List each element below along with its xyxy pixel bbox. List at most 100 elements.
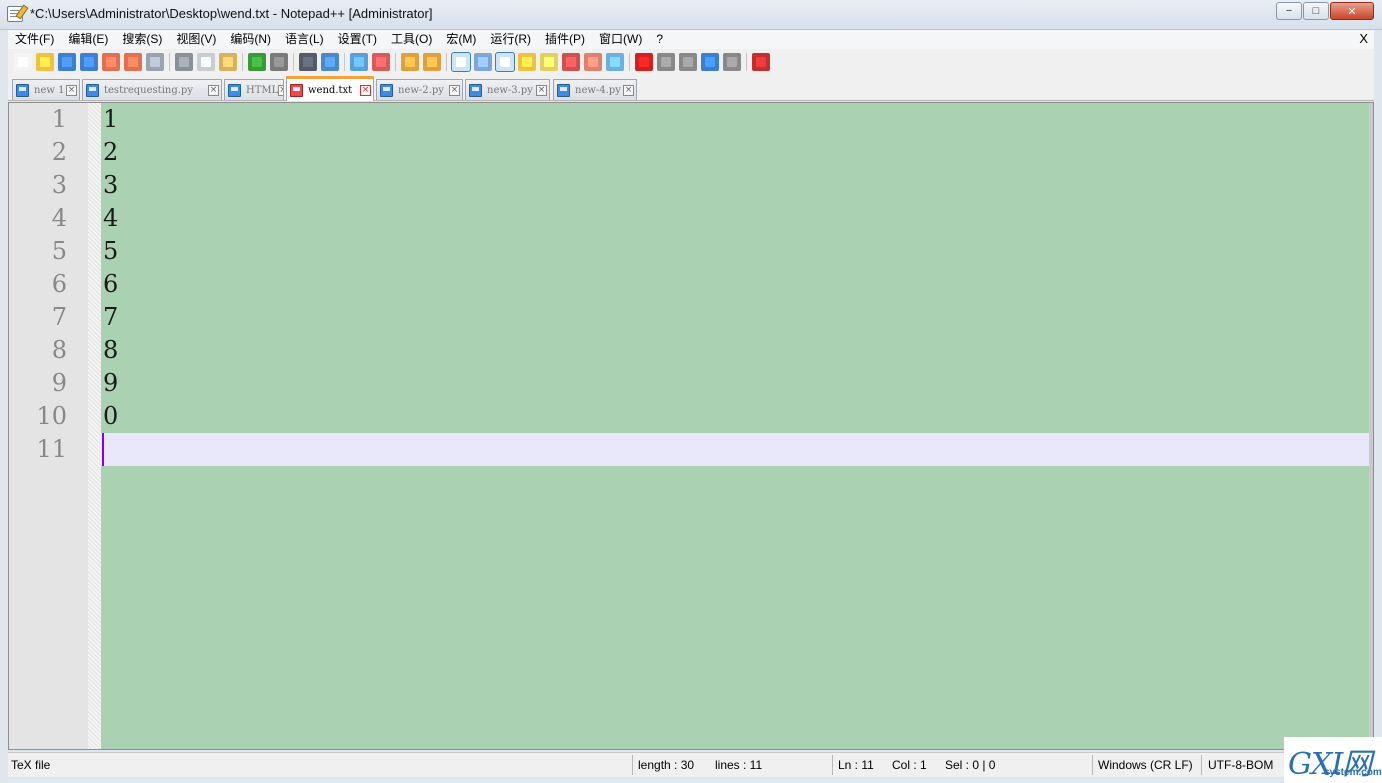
tab-close-icon[interactable]: ×	[208, 84, 219, 96]
tab-close-icon[interactable]: ×	[360, 84, 371, 96]
copy-icon[interactable]	[197, 53, 215, 71]
tab-close-icon[interactable]: ×	[278, 84, 283, 96]
play-macro-icon[interactable]	[679, 53, 697, 71]
toolbar-separator	[746, 53, 747, 71]
editor-area[interactable]: 1 1 2 2 3 3 4 4 5 5 6 6 7 7 8 8 9 9 10 0 11	[8, 102, 1374, 750]
zoom-in-icon[interactable]	[350, 53, 368, 71]
save-macro-icon[interactable]	[723, 53, 741, 71]
saved-file-icon	[228, 83, 241, 97]
run-macro-multiple-icon[interactable]	[701, 53, 719, 71]
zoom-out-icon[interactable]	[372, 53, 390, 71]
status-eol-format[interactable]: Windows (CR LF)	[1095, 753, 1193, 777]
tab-wend-txt[interactable]: wend.txt ×	[286, 76, 374, 101]
close-document-button[interactable]: X	[1359, 31, 1368, 46]
menu-search[interactable]: 搜索(S)	[115, 30, 169, 49]
code-line[interactable]: 3	[103, 169, 118, 202]
toolbar-separator	[344, 53, 345, 71]
show-all-chars-icon[interactable]	[474, 53, 492, 71]
code-line[interactable]: 2	[103, 136, 118, 169]
redo-icon[interactable]	[270, 53, 288, 71]
save-all-icon[interactable]	[80, 53, 98, 71]
word-wrap-icon[interactable]	[451, 52, 471, 72]
close-button[interactable]: ✕	[1330, 2, 1374, 20]
line-number: 9	[51, 369, 67, 397]
line-number: 10	[36, 402, 67, 430]
stop-macro-icon[interactable]	[657, 53, 675, 71]
minimize-button[interactable]: −	[1276, 2, 1302, 20]
code-line[interactable]: 5	[103, 235, 118, 268]
close-file-icon[interactable]	[102, 53, 120, 71]
menu-file[interactable]: 文件(F)	[8, 30, 61, 49]
status-bar: TeX file length : 30 lines : 11 Ln : 11 …	[8, 752, 1374, 777]
open-file-icon[interactable]	[36, 53, 54, 71]
tab-new-1[interactable]: new 1 ×	[12, 79, 80, 100]
maximize-button[interactable]: □	[1303, 2, 1329, 20]
tab-new-3-py[interactable]: new-3.py ×	[465, 79, 550, 100]
tab-html[interactable]: HTML×	[224, 79, 284, 100]
code-line[interactable]: 1	[103, 103, 118, 136]
unsaved-file-icon	[290, 83, 303, 97]
line-number: 2	[51, 138, 67, 166]
print-icon[interactable]	[146, 53, 164, 71]
saved-file-icon	[557, 83, 570, 97]
sync-horizontal-icon[interactable]	[423, 53, 441, 71]
window-title: *C:\Users\Administrator\Desktop\wend.txt…	[30, 6, 433, 21]
watermark-sub-text: system.com	[1324, 767, 1382, 778]
fold-margin[interactable]	[88, 103, 101, 749]
code-line[interactable]: 6	[103, 268, 118, 301]
menu-view[interactable]: 视图(V)	[169, 30, 223, 49]
tab-close-icon[interactable]: ×	[536, 84, 547, 96]
tab-new-2-py[interactable]: new-2.py ×	[376, 79, 463, 100]
code-line[interactable]: 8	[103, 334, 118, 367]
menu-edit[interactable]: 编辑(E)	[61, 30, 115, 49]
code-line[interactable]: 0	[103, 400, 118, 433]
paste-icon[interactable]	[219, 53, 237, 71]
menu-tools[interactable]: 工具(O)	[384, 30, 439, 49]
code-line[interactable]: 7	[103, 301, 118, 334]
code-line[interactable]: 4	[103, 202, 118, 235]
menu-language[interactable]: 语言(L)	[278, 30, 331, 49]
tab-bar: new 1×testrequesting.py×HTML×wend.txt×ne…	[8, 75, 1374, 101]
line-number: 1	[51, 105, 67, 133]
menu-encoding[interactable]: 编码(N)	[223, 30, 278, 49]
menu-plugins[interactable]: 插件(P)	[538, 30, 592, 49]
cut-icon[interactable]	[175, 53, 193, 71]
line-number: 8	[51, 336, 67, 364]
code-line[interactable]: 9	[103, 367, 118, 400]
function-list-icon[interactable]	[562, 53, 580, 71]
menu-help[interactable]: ?	[649, 30, 670, 49]
close-all-icon[interactable]	[124, 53, 142, 71]
saved-file-icon	[86, 83, 99, 97]
indent-guide-icon[interactable]	[495, 52, 515, 72]
undo-icon[interactable]	[248, 53, 266, 71]
save-icon[interactable]	[58, 53, 76, 71]
find-icon[interactable]	[299, 53, 317, 71]
line-number: 4	[51, 204, 67, 232]
record-macro-icon[interactable]	[635, 53, 653, 71]
line-number: 5	[51, 237, 67, 265]
toolbar-separator	[446, 53, 447, 71]
tab-new-4-py[interactable]: new-4.py ×	[553, 79, 637, 100]
status-divider	[632, 755, 633, 775]
sync-vertical-icon[interactable]	[401, 53, 419, 71]
line-number: 3	[51, 171, 67, 199]
menu-bar: 文件(F) 编辑(E) 搜索(S) 视图(V) 编码(N) 语言(L) 设置(T…	[8, 30, 1374, 49]
current-line-highlight	[101, 433, 1369, 466]
tab-close-icon[interactable]: ×	[449, 84, 460, 96]
menu-macro[interactable]: 宏(M)	[439, 30, 483, 49]
monitor-icon[interactable]	[606, 53, 624, 71]
menu-window[interactable]: 窗口(W)	[592, 30, 649, 49]
status-selection: Sel : 0 | 0	[945, 758, 996, 772]
tab-close-icon[interactable]: ×	[623, 84, 634, 96]
new-file-icon[interactable]	[14, 53, 32, 71]
tab-testrequesting-py[interactable]: testrequesting.py ×	[82, 79, 222, 100]
spell-check-icon[interactable]	[752, 53, 770, 71]
tab-close-icon[interactable]: ×	[66, 84, 77, 96]
doc-map-icon[interactable]	[540, 53, 558, 71]
menu-settings[interactable]: 设置(T)	[331, 30, 384, 49]
folder-workspace-icon[interactable]	[584, 53, 602, 71]
replace-icon[interactable]	[321, 53, 339, 71]
status-encoding[interactable]: UTF-8-BOM	[1205, 753, 1273, 777]
user-language-icon[interactable]	[518, 53, 536, 71]
menu-run[interactable]: 运行(R)	[483, 30, 538, 49]
